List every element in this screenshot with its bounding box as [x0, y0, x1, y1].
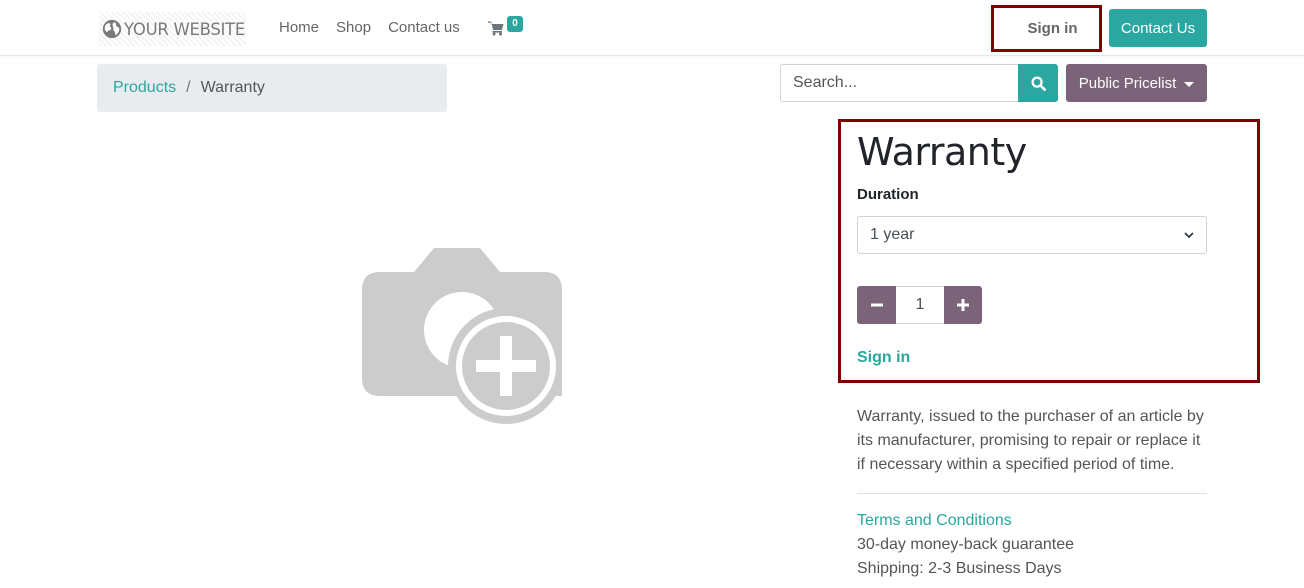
product-description: Warranty, issued to the purchaser of an …: [857, 408, 1204, 473]
chevron-down-icon: [1184, 232, 1194, 239]
search-input[interactable]: [780, 64, 1018, 102]
breadcrumb: Products / Warranty: [97, 64, 447, 112]
site-header: YOUR WEBSITE Home Shop Contact us 0 Sign…: [0, 0, 1304, 56]
caret-down-icon: [1184, 81, 1195, 87]
duration-label: Duration: [857, 186, 919, 203]
shopping-cart-icon[interactable]: [488, 20, 504, 36]
minus-icon: [870, 303, 883, 307]
nav-shop[interactable]: Shop: [336, 19, 371, 36]
nav-home[interactable]: Home: [279, 19, 319, 36]
duration-selected-value: 1 year: [870, 226, 915, 243]
quantity-input[interactable]: 1: [896, 286, 944, 324]
product-sign-in-link[interactable]: Sign in: [857, 349, 910, 367]
logo-text: YOUR WEBSITE: [124, 19, 245, 39]
quantity-decrease-button[interactable]: [857, 286, 896, 324]
main-nav: Home Shop Contact us: [279, 19, 477, 36]
site-logo[interactable]: YOUR WEBSITE: [99, 12, 246, 46]
divider: [857, 493, 1207, 494]
quantity-increase-button[interactable]: [944, 286, 982, 324]
header-sign-in-link[interactable]: Sign in: [1016, 20, 1078, 37]
search-button[interactable]: [1018, 64, 1058, 102]
globe-icon: [102, 19, 122, 39]
guarantee-text: 30-day money-back guarantee: [857, 536, 1075, 553]
camera-plus-icon: [362, 248, 562, 424]
terms-and-conditions-link[interactable]: Terms and Conditions: [857, 512, 1012, 530]
pricelist-dropdown[interactable]: Public Pricelist: [1066, 64, 1207, 102]
plus-icon: [957, 299, 969, 311]
product-title: Warranty: [857, 130, 1027, 174]
pricelist-label: Public Pricelist: [1078, 74, 1177, 92]
search-icon: [1030, 75, 1046, 91]
cart-count-badge: 0: [507, 16, 523, 32]
breadcrumb-products-link[interactable]: Products: [113, 79, 176, 97]
sign-in-highlight-box: Sign in: [991, 5, 1102, 52]
duration-select[interactable]: 1 year: [857, 216, 1207, 254]
shipping-text: Shipping: 2-3 Business Days: [857, 560, 1062, 577]
breadcrumb-separator: /: [186, 79, 191, 96]
breadcrumb-current: Warranty: [200, 79, 265, 96]
nav-contact-us[interactable]: Contact us: [388, 19, 460, 36]
contact-us-button[interactable]: Contact Us: [1109, 9, 1207, 47]
